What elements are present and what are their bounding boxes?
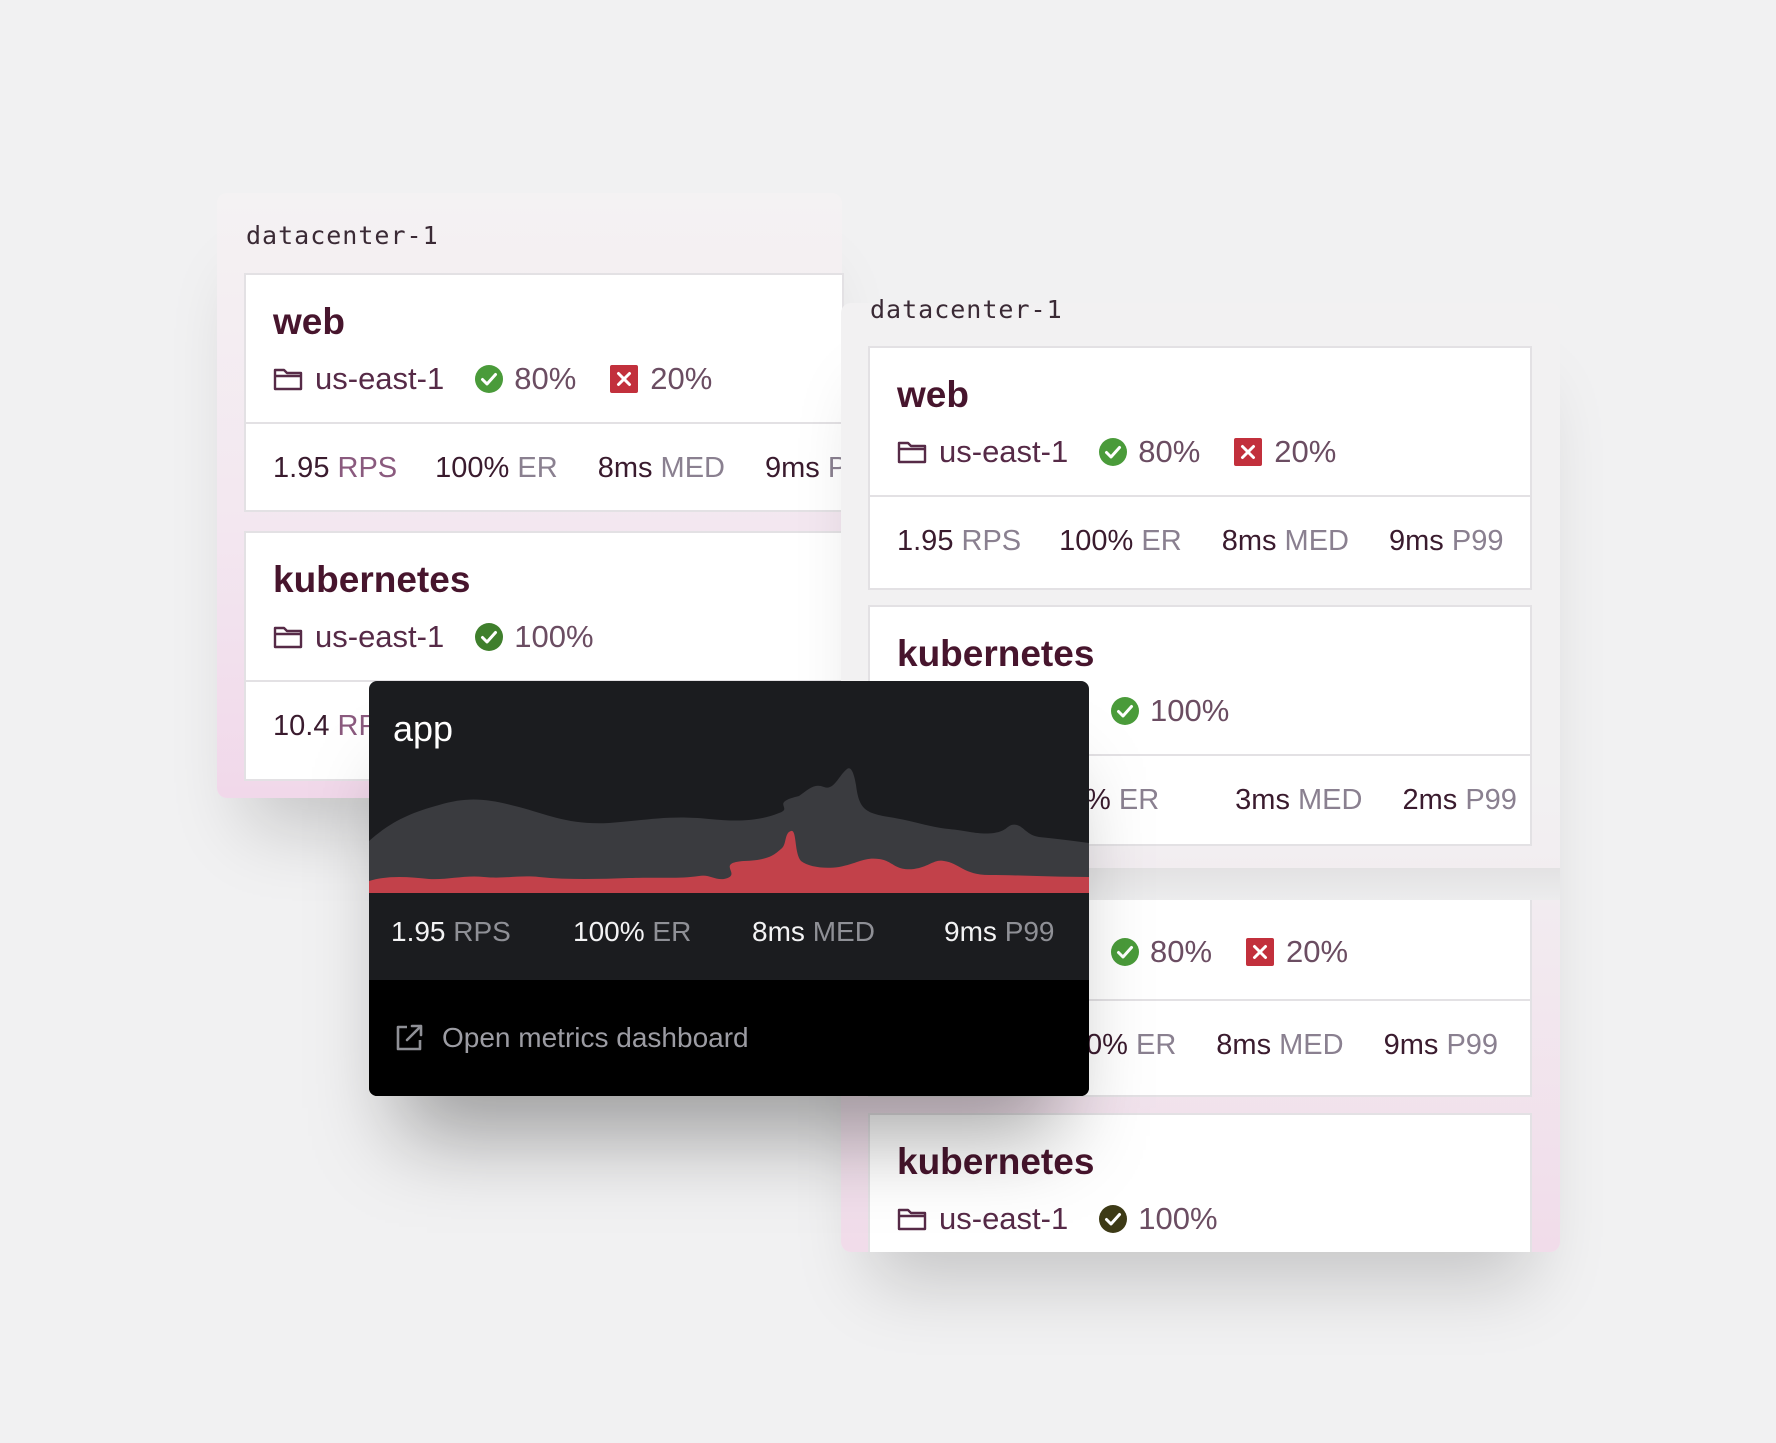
ok-percent: 100% [514,619,594,654]
open-metrics-dashboard-link[interactable]: Open metrics dashboard [369,980,1089,1096]
error-x-icon [610,365,639,393]
service-card-web[interactable]: web us-east-1 80% 20% 1.95 RPS 100% ER 8… [244,273,844,512]
service-title: kubernetes [273,559,471,600]
check-circle-icon [475,365,504,393]
check-circle-icon [1111,697,1139,725]
datacenter-label: datacenter-1 [870,295,1063,324]
stat-med: 8ms MED [1221,524,1349,557]
stat-er: 100% ER [573,916,692,947]
service-card-kubernetes-2[interactable]: kubernetes us-east-1 100% [868,1113,1532,1252]
error-percent: 20% [1286,934,1349,969]
folder-icon [897,1208,927,1231]
service-card-web[interactable]: web us-east-1 80% 20% 1.95 RPS 100% ER 8… [868,346,1532,590]
error-percent: 20% [1274,434,1337,469]
open-metrics-dashboard-label: Open metrics dashboard [442,1022,749,1053]
metrics-row: 1.95 RPS 100% ER 8ms MED 9ms P [246,424,842,510]
stat-p99: 9ms P99 [1383,1028,1499,1061]
stat-rps: 10.4 RP [273,709,378,742]
stat-rps: 1.95 RPS [391,916,511,947]
stat-p99: 9ms P [765,451,842,484]
stat-med: 8ms MED [1216,1028,1344,1061]
popover-metrics-row: 1.95 RPS 100% ER 8ms MED 9ms P99 [369,893,1089,971]
ok-percent: 80% [514,361,577,396]
ok-percent: 80% [1138,434,1201,469]
traffic-area-chart [369,768,1089,893]
folder-icon [273,626,303,649]
metrics-row: 1.95 RPS 100% ER 8ms MED 9ms P99 [870,497,1530,585]
datacenter-label: datacenter-1 [246,221,439,250]
check-circle-icon [1099,1205,1128,1233]
stat-med: 3ms MED [1235,783,1363,816]
check-circle-icon [475,623,504,651]
stat-rps: 1.95 RPS [897,524,1022,557]
stat-er: 100% ER [435,451,558,484]
check-circle-icon [1111,938,1139,966]
stat-p99: 9ms P99 [1389,524,1504,557]
service-title: web [273,301,345,342]
ok-percent: 100% [1150,693,1230,728]
ok-percent: 80% [1150,934,1213,969]
error-percent: 20% [650,361,713,396]
chart-baseline [369,881,1089,885]
error-x-icon [1234,438,1263,466]
stat-er: 0% ER [1086,1028,1177,1061]
service-title: kubernetes [897,1141,1095,1182]
region-label: us-east-1 [939,434,1069,469]
stat-er: % ER [1085,783,1160,816]
region-label: us-east-1 [315,361,445,396]
external-link-icon [396,1024,423,1051]
region-label: us-east-1 [939,1201,1069,1236]
request-volume-area [369,768,1089,893]
folder-icon [273,368,303,391]
popover-title: app [393,708,454,749]
stat-rps: 1.95 RPS [273,451,398,484]
service-popover-app[interactable]: app 1.95 RPS 100% ER 8ms MED 9ms P99 Ope… [369,681,1089,1096]
folder-icon [897,441,927,464]
stat-med: 8ms MED [597,451,725,484]
service-title: web [897,374,969,415]
stat-p99: 9ms P99 [944,916,1055,947]
check-circle-icon [1099,438,1128,466]
stat-med: 8ms MED [752,916,875,947]
region-label: us-east-1 [315,619,445,654]
stat-er: 100% ER [1059,524,1182,557]
error-x-icon [1246,938,1275,966]
service-title: kubernetes [897,633,1095,674]
ok-percent: 100% [1138,1201,1218,1236]
stat-p99: 2ms P99 [1402,783,1517,816]
